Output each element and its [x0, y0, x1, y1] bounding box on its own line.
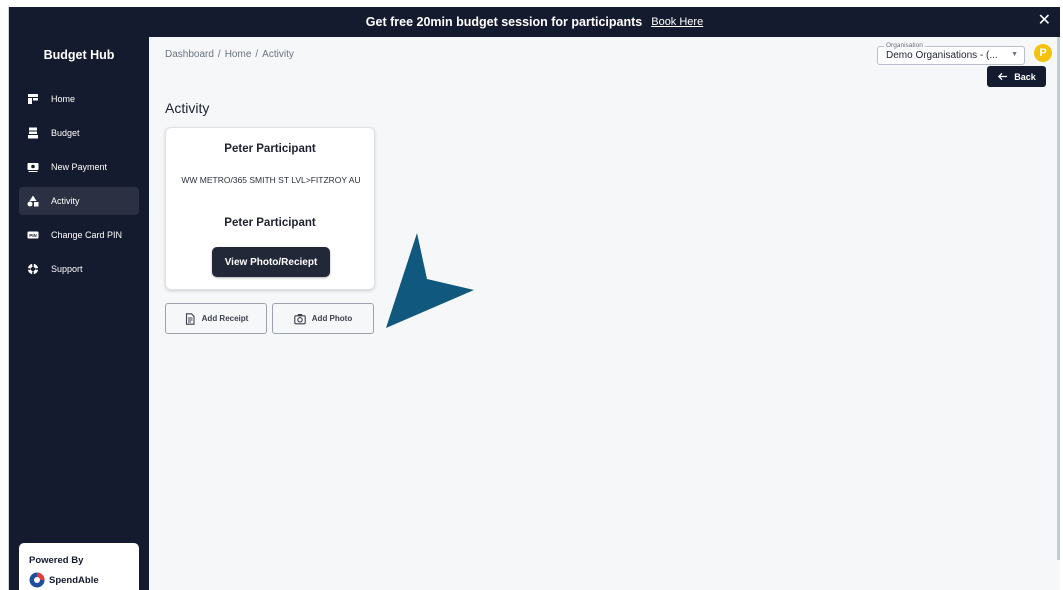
sidebar-item-label: Budget — [51, 128, 80, 138]
home-icon — [27, 93, 39, 105]
scrollbar[interactable] — [1057, 37, 1060, 560]
page-title: Activity — [165, 100, 210, 116]
organisation-label: Organisation — [884, 41, 925, 50]
pin-icon: PIN — [27, 229, 39, 241]
spendable-logo-icon — [29, 572, 45, 588]
add-receipt-button[interactable]: Add Receipt — [165, 303, 267, 334]
view-photo-receipt-button[interactable]: View Photo/Reciept — [212, 247, 330, 277]
powered-by-label: Powered By — [29, 555, 84, 566]
spendable-logo: SpendAble — [29, 572, 139, 588]
budget-icon — [27, 127, 39, 139]
camera-icon — [294, 313, 306, 324]
app-window: Get free 20min budget session for partic… — [8, 7, 1060, 590]
sidebar-item-label: Support — [51, 264, 83, 274]
powered-by-card: Powered By SpendAble — [19, 543, 139, 590]
sidebar-item-change-card-pin[interactable]: PIN Change Card PIN — [19, 221, 139, 249]
sidebar-item-label: New Payment — [51, 162, 108, 172]
chevron-down-icon: ▼ — [1011, 51, 1018, 58]
add-receipt-label: Add Receipt — [201, 314, 249, 323]
main-content: Dashboard / Home / Activity Organisation Dem… — [149, 37, 1060, 590]
close-icon[interactable]: ✕ — [1038, 13, 1051, 29]
breadcrumb-separator: / — [217, 49, 221, 60]
add-photo-label: Add Photo — [311, 314, 353, 323]
sidebar-item-home[interactable]: Home — [19, 85, 139, 113]
breadcrumb: Dashboard / Home / Activity — [165, 49, 294, 60]
sidebar-item-budget[interactable]: Budget — [19, 119, 139, 147]
support-icon — [27, 263, 39, 275]
spendable-logo-text: SpendAble — [49, 574, 99, 586]
sidebar-item-support[interactable]: Support — [19, 255, 139, 283]
sidebar: Budget Hub Home Budget New Payment Activ… — [9, 37, 149, 590]
sidebar-item-label: Change Card PIN — [51, 230, 123, 240]
breadcrumb-activity: Activity — [262, 49, 294, 60]
svg-text:PIN: PIN — [29, 233, 37, 238]
sidebar-item-label: Activity — [51, 196, 80, 206]
card-participant-name: Peter Participant — [224, 143, 316, 155]
sidebar-item-label: Home — [51, 94, 76, 104]
breadcrumb-home[interactable]: Home — [225, 49, 252, 60]
breadcrumb-separator: / — [255, 49, 259, 60]
book-here-link[interactable]: Book Here — [651, 16, 703, 28]
banner-message: Get free 20min budget session for partic… — [365, 15, 643, 29]
organisation-value: Demo Organisations - (... — [886, 50, 998, 61]
transaction-card: Peter Participant WW METRO/365 SMITH ST … — [165, 127, 375, 290]
card-payee-name: Peter Participant — [224, 217, 316, 229]
payment-icon — [27, 161, 39, 173]
add-photo-button[interactable]: Add Photo — [272, 303, 374, 334]
organisation-select[interactable]: Organisation Demo Organisations - (... ▼ — [877, 41, 1025, 65]
back-button-label: Back — [1014, 71, 1036, 82]
avatar[interactable]: P — [1034, 44, 1052, 62]
sidebar-item-activity[interactable]: Activity — [19, 187, 139, 215]
receipt-icon — [185, 312, 195, 325]
sidebar-item-new-payment[interactable]: New Payment — [19, 153, 139, 181]
cursor-pointer-icon — [386, 233, 474, 328]
arrow-left-icon — [998, 72, 1008, 81]
app-brand: Budget Hub — [43, 48, 115, 62]
card-merchant: WW METRO/365 SMITH ST LVL>FITZROY AU — [181, 175, 361, 185]
sidebar-nav: Home Budget New Payment Activity PIN Cha… — [9, 85, 149, 283]
back-button[interactable]: Back — [987, 66, 1046, 87]
activity-icon — [27, 195, 39, 207]
breadcrumb-dashboard[interactable]: Dashboard — [165, 49, 214, 60]
promo-banner: Get free 20min budget session for partic… — [9, 7, 1060, 37]
